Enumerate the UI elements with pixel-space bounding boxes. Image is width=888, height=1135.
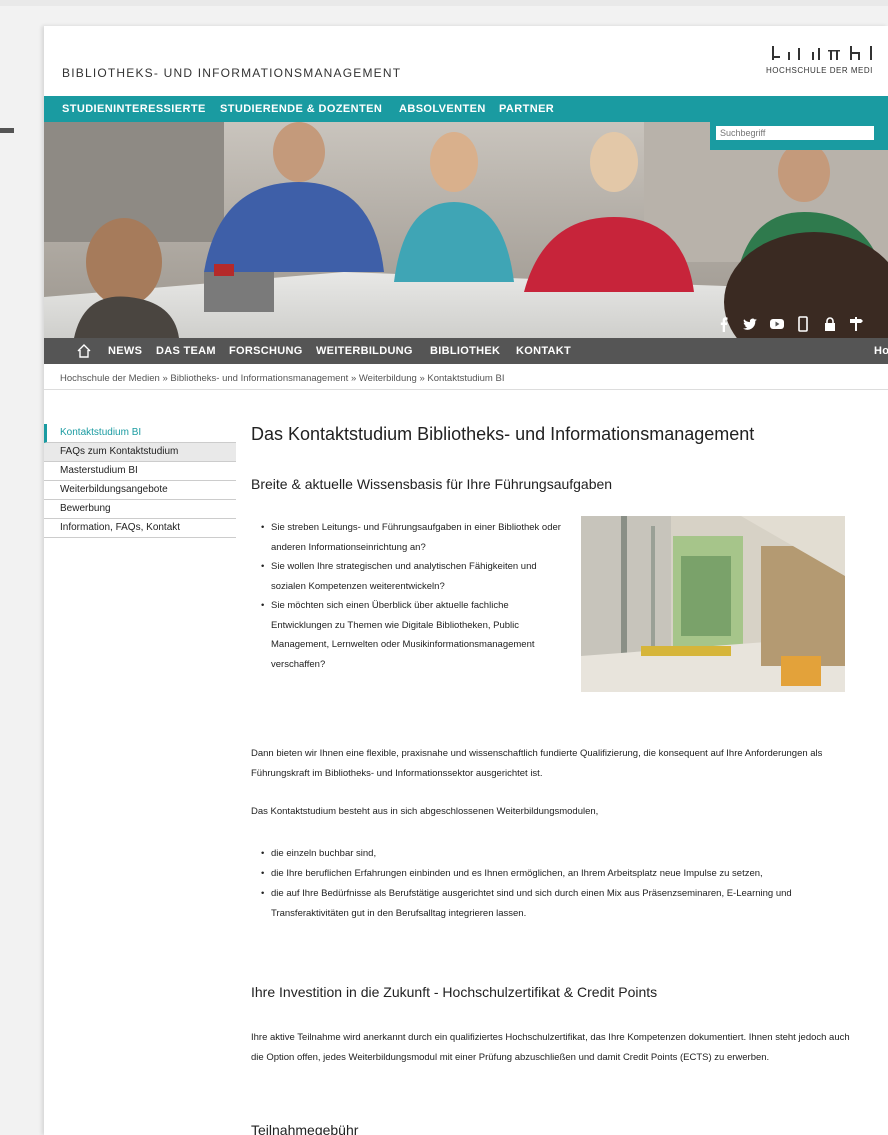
mainnav-forschung[interactable]: FORSCHUNG	[229, 345, 303, 357]
intro-bullet-list: Sie streben Leitungs- und Führungsaufgab…	[261, 518, 571, 674]
browser-top-strip	[0, 0, 888, 6]
breadcrumb[interactable]: Hochschule der Medien » Bibliotheks- und…	[60, 373, 504, 384]
list-item: die einzeln buchbar sind,	[261, 844, 861, 864]
topnav-studieninteressierte[interactable]: STUDIENINTERESSIERTE	[62, 103, 206, 115]
signpost-icon[interactable]	[848, 316, 864, 332]
sidebar-navigation: Kontaktstudium BI FAQs zum Kontaktstudiu…	[44, 424, 236, 538]
paragraph-module: Das Kontaktstudium besteht aus in sich a…	[251, 806, 599, 817]
social-icons	[716, 316, 870, 334]
logo-text: HOCHSCHULE DER MEDI	[766, 66, 873, 75]
mainnav-right-link[interactable]: Ho	[874, 345, 888, 357]
mainnav-news[interactable]: NEWS	[108, 345, 142, 357]
list-item: die Ihre beruflichen Erfahrungen einbind…	[261, 864, 861, 884]
section-heading-teilnahmegebuehr: Teilnahmegebühr	[251, 1122, 359, 1135]
sidebar-item-kontaktstudium-bi[interactable]: Kontaktstudium BI	[44, 424, 236, 443]
sidebar-item-faqs-kontaktstudium[interactable]: FAQs zum Kontaktstudium	[44, 443, 236, 462]
list-item: Sie möchten sich einen Überblick über ak…	[261, 596, 571, 674]
mainnav-weiterbildung[interactable]: WEITERBILDUNG	[316, 345, 413, 357]
page-container: BIBLIOTHEKS- UND INFORMATIONSMANAGEMENT …	[44, 26, 888, 1135]
list-item: Sie streben Leitungs- und Führungsaufgab…	[261, 518, 571, 557]
site-header: BIBLIOTHEKS- UND INFORMATIONSMANAGEMENT …	[44, 26, 888, 96]
list-item: Sie wollen Ihre strategischen und analyt…	[261, 557, 571, 596]
hero-image	[44, 122, 888, 338]
lock-icon[interactable]	[822, 316, 838, 332]
topnav-studierende-dozenten[interactable]: STUDIERENDE & DOZENTEN	[220, 103, 382, 115]
sidebar-item-information-faqs-kontakt[interactable]: Information, FAQs, Kontakt	[44, 519, 236, 538]
sidebar-item-bewerbung[interactable]: Bewerbung	[44, 500, 236, 519]
mainnav-das-team[interactable]: DAS TEAM	[156, 345, 216, 357]
list-item: die auf Ihre Bedürfnisse als Berufstätig…	[261, 884, 861, 924]
main-navigation: NEWS DAS TEAM FORSCHUNG WEITERBILDUNG BI…	[44, 338, 888, 364]
section-heading-investition: Ihre Investition in die Zukunft - Hochsc…	[251, 984, 658, 1000]
topnav-absolventen[interactable]: ABSOLVENTEN	[399, 103, 486, 115]
search-box	[710, 122, 888, 150]
paragraph-qualifizierung: Dann bieten wir Ihnen eine flexible, pra…	[251, 748, 823, 779]
facebook-icon[interactable]	[716, 316, 732, 332]
twitter-icon[interactable]	[742, 316, 758, 332]
search-input[interactable]	[716, 126, 874, 140]
sidebar-item-masterstudium-bi[interactable]: Masterstudium BI	[44, 462, 236, 481]
mainnav-bibliothek[interactable]: BIBLIOTHEK	[430, 345, 500, 357]
home-icon[interactable]	[76, 343, 92, 359]
top-navigation: STUDIENINTERESSIERTE STUDIERENDE & DOZEN…	[44, 96, 888, 122]
topnav-partner[interactable]: PARTNER	[499, 103, 554, 115]
sidebar-item-weiterbildungsangebote[interactable]: Weiterbildungsangebote	[44, 481, 236, 500]
library-photo	[581, 516, 845, 692]
section-heading-wissensbasis: Breite & aktuelle Wissensbasis für Ihre …	[251, 476, 613, 492]
mobile-icon[interactable]	[795, 316, 811, 332]
paragraph-zertifikat: Ihre aktive Teilnahme wird anerkannt dur…	[251, 1032, 850, 1063]
mainnav-kontakt[interactable]: KONTAKT	[516, 345, 571, 357]
edge-marker	[0, 128, 14, 133]
site-title[interactable]: BIBLIOTHEKS- UND INFORMATIONSMANAGEMENT	[62, 66, 401, 80]
page-title: Das Kontaktstudium Bibliotheks- und Info…	[251, 424, 755, 444]
module-bullet-list: die einzeln buchbar sind, die Ihre beruf…	[261, 844, 861, 924]
breadcrumb-divider	[44, 389, 888, 390]
youtube-icon[interactable]	[769, 316, 785, 332]
